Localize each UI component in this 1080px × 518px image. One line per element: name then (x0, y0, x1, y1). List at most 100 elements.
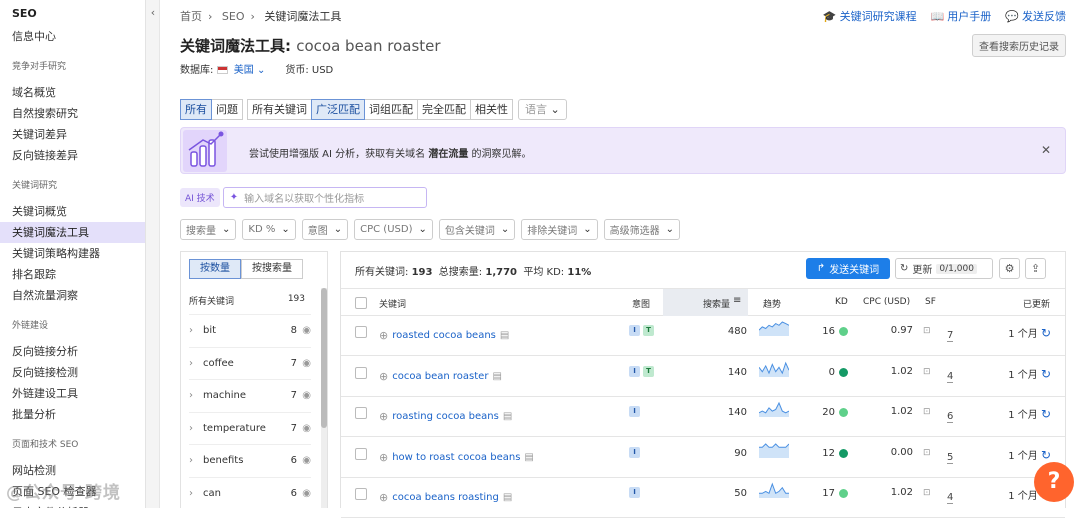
send-keywords-button[interactable]: ↱ 发送关键词 (806, 258, 890, 279)
serp-page-icon[interactable]: ▤ (503, 492, 512, 503)
chevron-left-icon[interactable]: ‹ (147, 6, 159, 22)
sidebar-item[interactable]: 信息中心 (0, 26, 145, 47)
tab-all-keywords[interactable]: 所有关键词 (247, 99, 312, 120)
export-icon[interactable]: ⇪ (1025, 258, 1046, 279)
keyword-link[interactable]: how to roast cocoa beans (392, 452, 520, 463)
serp-page-icon[interactable]: ▤ (524, 452, 533, 463)
search-history-button[interactable]: 查看搜索历史记录 (972, 34, 1066, 57)
select-all-checkbox[interactable] (355, 297, 367, 309)
serp-features-count[interactable]: 5 (947, 452, 954, 464)
sidebar-item[interactable]: 关键词魔法工具 (0, 222, 145, 243)
col-trend[interactable]: 趋势 (763, 297, 781, 310)
chevron-right-icon[interactable]: › (189, 358, 203, 369)
groups-scrollbar[interactable] (321, 288, 327, 508)
sidebar-item[interactable]: 反向链接检测 (0, 362, 145, 383)
sidebar-collapse-handle[interactable]: ‹ (146, 0, 160, 508)
sidebar-item[interactable]: 关键词差异 (0, 124, 145, 145)
col-intent[interactable]: 意图 (632, 297, 650, 310)
eye-icon[interactable]: ◉ (297, 488, 311, 499)
tab-related[interactable]: 相关性 (470, 99, 513, 120)
col-sf[interactable]: SF (925, 297, 936, 307)
serp-features-count[interactable]: 4 (947, 492, 954, 504)
group-row[interactable]: › coffee 7 ◉ (189, 346, 311, 379)
filter-intent[interactable]: 意图 ⌄ (301, 219, 349, 240)
update-metrics-button[interactable]: ↻ 更新 0/1,000 (895, 258, 993, 279)
serp-page-icon[interactable]: ▤ (500, 330, 509, 341)
help-button[interactable]: ? (1034, 462, 1074, 502)
chevron-right-icon[interactable]: › (189, 423, 203, 434)
refresh-row-icon[interactable]: ↻ (1041, 326, 1051, 340)
row-checkbox[interactable] (355, 366, 367, 379)
breadcrumb-home[interactable]: 首页 (180, 10, 202, 23)
refresh-row-icon[interactable]: ↻ (1041, 367, 1051, 381)
filter-include-keywords[interactable]: 包含关键词 ⌄ (438, 219, 516, 240)
chevron-right-icon[interactable]: › (189, 390, 203, 401)
ai-domain-input[interactable]: ✦ 输入域名以获取个性化指标 (222, 187, 427, 208)
col-keyword[interactable]: 关键词 (379, 297, 406, 310)
refresh-row-icon[interactable]: ↻ (1041, 448, 1051, 462)
language-select[interactable]: 语言 ⌄ (518, 99, 567, 120)
col-cpc[interactable]: CPC (USD) (863, 297, 910, 307)
group-row[interactable]: › benefits 6 ◉ (189, 444, 311, 476)
refresh-row-icon[interactable]: ↻ (1041, 407, 1051, 421)
add-to-list-icon[interactable]: ⊕ (379, 370, 388, 383)
eye-icon[interactable]: ◉ (297, 358, 311, 369)
serp-page-icon[interactable]: ▤ (492, 371, 501, 382)
row-checkbox[interactable] (355, 326, 367, 338)
sidebar-item[interactable]: 批量分析 (0, 404, 145, 425)
sidebar-item[interactable]: 域名概览 (0, 82, 145, 103)
serp-features-count[interactable]: 7 (947, 330, 954, 342)
groups-scrollbar-thumb[interactable] (321, 288, 327, 428)
col-volume[interactable]: 搜索量 (703, 297, 730, 310)
filter-kd[interactable]: KD % ⌄ (242, 219, 296, 240)
filter-cpc[interactable]: CPC (USD) ⌄ (354, 219, 433, 240)
sidebar-item[interactable]: 排名跟踪 (0, 264, 145, 285)
settings-icon[interactable]: ⚙ (999, 258, 1020, 279)
sidebar-item[interactable]: 自然搜索研究 (0, 103, 145, 124)
tab-all[interactable]: 所有 (180, 99, 212, 120)
group-row[interactable]: › temperature 7 ◉ (189, 411, 311, 444)
eye-icon[interactable]: ◉ (297, 325, 311, 336)
sort-by-volume-button[interactable]: 按搜索量 (241, 259, 303, 279)
sort-by-count-button[interactable]: 按数量 (189, 259, 241, 279)
sidebar-item[interactable]: 关键词策略构建器 (0, 243, 145, 264)
add-to-list-icon[interactable]: ⊕ (379, 451, 388, 464)
chevron-right-icon[interactable]: › (189, 455, 203, 466)
sort-desc-icon[interactable]: ≡ (733, 295, 741, 306)
keyword-link[interactable]: roasting cocoa beans (392, 411, 499, 422)
serp-page-icon[interactable]: ▤ (503, 411, 512, 422)
add-to-list-icon[interactable]: ⊕ (379, 410, 388, 423)
groups-header[interactable]: 所有关键词 193 (189, 294, 305, 307)
tab-exact-match[interactable]: 完全匹配 (417, 99, 471, 120)
feedback-link[interactable]: 💬 发送反馈 (1005, 8, 1066, 24)
eye-icon[interactable]: ◉ (297, 423, 311, 434)
group-row[interactable]: › machine 7 ◉ (189, 379, 311, 411)
serp-features-count[interactable]: 4 (947, 371, 954, 383)
breadcrumb-seo[interactable]: SEO (222, 10, 245, 23)
col-updated[interactable]: 已更新 (1023, 297, 1050, 310)
tab-questions[interactable]: 问题 (211, 99, 243, 120)
close-icon[interactable]: ✕ (1041, 143, 1051, 157)
sidebar-item[interactable]: 反向链接分析 (0, 341, 145, 362)
col-kd[interactable]: KD (835, 297, 848, 307)
filter-exclude-keywords[interactable]: 排除关键词 ⌄ (521, 219, 598, 240)
filter-advanced[interactable]: 高级筛选器 ⌄ (603, 219, 681, 240)
chevron-right-icon[interactable]: › (189, 325, 203, 336)
sidebar-item[interactable]: 外链建设工具 (0, 383, 145, 404)
keyword-link[interactable]: cocoa beans roasting (392, 492, 499, 503)
tab-phrase-match[interactable]: 词组匹配 (364, 99, 418, 120)
chevron-right-icon[interactable]: › (189, 488, 203, 499)
add-to-list-icon[interactable]: ⊕ (379, 329, 388, 342)
tab-broad-match[interactable]: 广泛匹配 (311, 99, 365, 120)
database-selector[interactable]: 数据库: 美国 ⌄ (180, 61, 265, 76)
add-to-list-icon[interactable]: ⊕ (379, 491, 388, 504)
sidebar-item[interactable]: 自然流量洞察 (0, 285, 145, 306)
keyword-link[interactable]: roasted cocoa beans (392, 330, 496, 341)
eye-icon[interactable]: ◉ (297, 455, 311, 466)
row-checkbox[interactable] (355, 488, 367, 500)
row-checkbox[interactable] (355, 407, 367, 419)
sidebar-item[interactable]: 反向链接差异 (0, 145, 145, 166)
group-row[interactable]: › bit 8 ◉ (189, 314, 311, 346)
serp-features-count[interactable]: 6 (947, 411, 954, 423)
group-row[interactable]: › can 6 ◉ (189, 477, 311, 509)
